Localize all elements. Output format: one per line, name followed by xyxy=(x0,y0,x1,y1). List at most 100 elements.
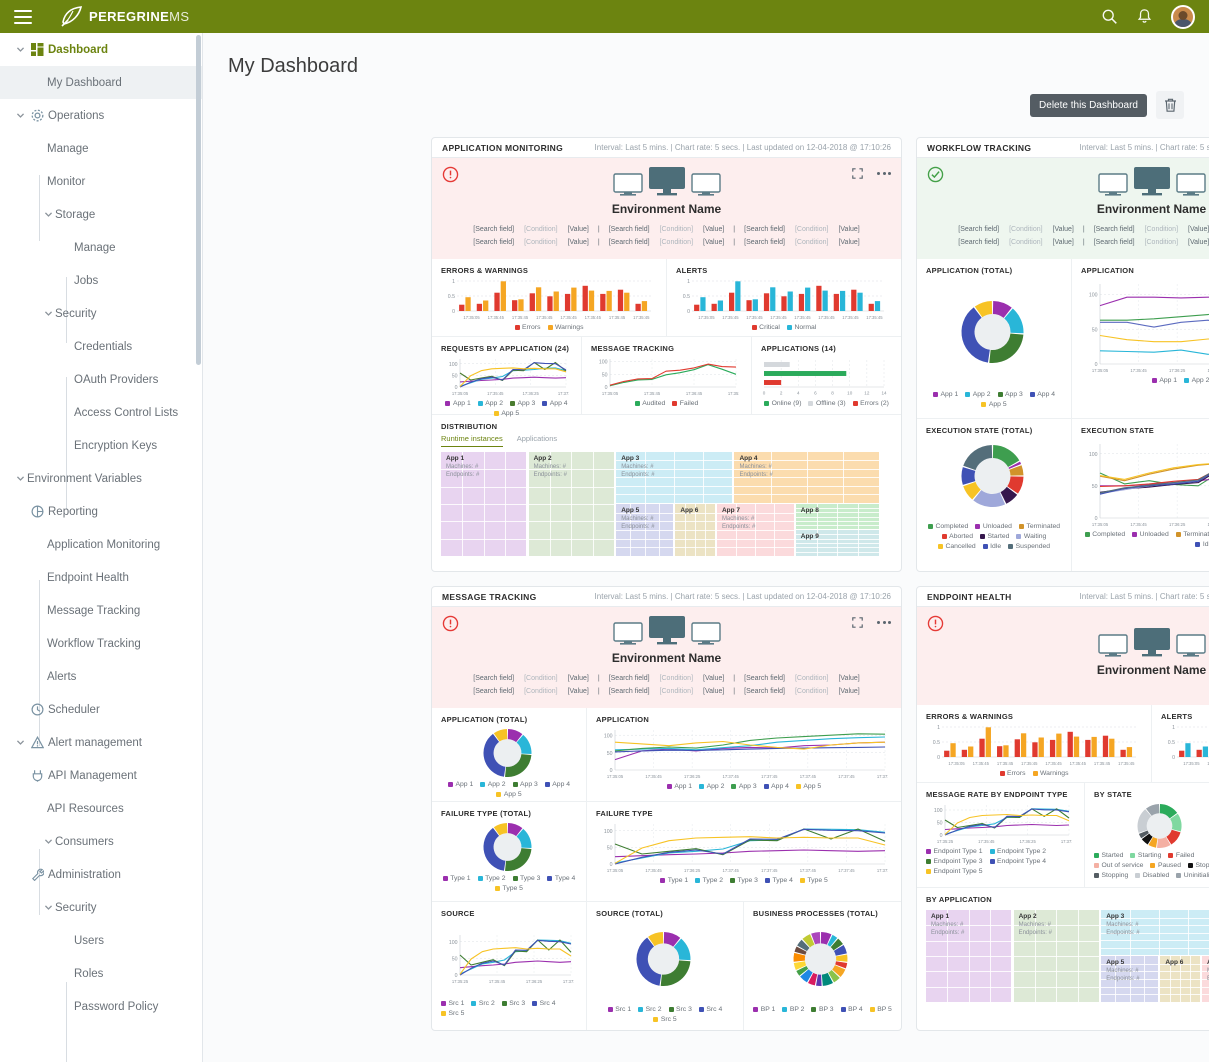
user-avatar[interactable] xyxy=(1171,4,1195,29)
search-field[interactable]: [Search field] xyxy=(604,685,655,698)
value-field[interactable]: [Value] xyxy=(833,236,864,249)
treemap-node[interactable]: App 8 xyxy=(795,504,879,530)
legend-entry[interactable]: Src 1 xyxy=(441,1000,464,1007)
legend-entry[interactable]: Type 5 xyxy=(495,885,523,892)
search-field[interactable]: [Search field] xyxy=(739,236,790,249)
legend-entry[interactable]: App 4 xyxy=(1029,391,1055,398)
search-field[interactable]: [Search field] xyxy=(739,685,790,698)
legend-entry[interactable]: App 3 xyxy=(510,400,535,407)
treemap-node[interactable]: App 1 Machines: # Endpoints: # xyxy=(441,452,527,556)
value-field[interactable]: [Value] xyxy=(833,685,864,698)
value-field[interactable]: [Value] xyxy=(563,223,594,236)
legend-entry[interactable]: App 3 xyxy=(731,783,757,790)
value-field[interactable]: [Value] xyxy=(698,223,729,236)
treemap-node[interactable]: App 1 Machines: # Endpoints: # xyxy=(926,910,1012,1002)
treemap-node[interactable]: App 6 xyxy=(1160,956,1200,1002)
legend-entry[interactable]: Type 3 xyxy=(512,875,540,882)
legend-entry[interactable]: App 1 xyxy=(445,400,471,407)
search-field[interactable]: [Search field] xyxy=(953,223,1004,236)
chevron-down-icon[interactable] xyxy=(13,738,27,747)
sidebar-item-monitor[interactable]: Monitor xyxy=(0,165,202,198)
sidebar-item-security[interactable]: Security xyxy=(0,891,202,924)
legend-entry[interactable]: Src 4 xyxy=(532,1000,556,1007)
legend-entry[interactable]: Stopped xyxy=(1188,862,1209,869)
sidebar-item-scheduler[interactable]: Scheduler xyxy=(0,693,202,726)
legend-entry[interactable]: Endpoint Type 3 xyxy=(926,858,983,865)
sidebar-item-my-dashboard[interactable]: My Dashboard xyxy=(0,66,202,99)
legend-entry[interactable]: Starting xyxy=(1130,852,1161,859)
legend-entry[interactable]: Endpoint Type 1 xyxy=(926,848,983,855)
legend-entry[interactable]: App 1 xyxy=(1151,377,1177,384)
value-field[interactable]: [Value] xyxy=(563,672,594,685)
legend-entry[interactable]: Endpoint Type 4 xyxy=(989,858,1046,865)
sidebar-item-storage[interactable]: Storage xyxy=(0,198,202,231)
sidebar-item-administration[interactable]: Administration xyxy=(0,858,202,891)
legend-entry[interactable]: Src 3 xyxy=(668,1006,692,1013)
legend-entry[interactable]: Type 1 xyxy=(442,875,471,882)
legend-entry[interactable]: App 2 xyxy=(477,400,503,407)
legend-entry[interactable]: Errors xyxy=(514,324,541,331)
sidebar-item-manage[interactable]: Manage xyxy=(0,132,202,165)
sidebar-item-api-resources[interactable]: API Resources xyxy=(0,792,202,825)
search-field[interactable]: [Search field] xyxy=(1089,236,1140,249)
sidebar-item-message-tracking[interactable]: Message Tracking xyxy=(0,594,202,627)
sidebar-item-workflow-tracking[interactable]: Workflow Tracking xyxy=(0,627,202,660)
legend-entry[interactable]: App 5 xyxy=(981,401,1007,408)
sidebar-item-users[interactable]: Users xyxy=(0,924,202,957)
legend-entry[interactable]: BP 1 xyxy=(753,1006,775,1013)
search-field[interactable]: [Search field] xyxy=(1089,223,1140,236)
legend-entry[interactable]: App 2 xyxy=(965,391,991,398)
legend-entry[interactable]: Started xyxy=(1094,852,1123,859)
sidebar-item-credentials[interactable]: Credentials xyxy=(0,330,202,363)
legend-entry[interactable]: Out of service xyxy=(1094,862,1143,869)
value-field[interactable]: [Value] xyxy=(1048,236,1079,249)
search-field[interactable]: [Search field] xyxy=(468,672,519,685)
search-field[interactable]: [Search field] xyxy=(953,236,1004,249)
legend-entry[interactable]: Failed xyxy=(672,400,698,407)
legend-entry[interactable]: Terminated xyxy=(1018,523,1060,530)
legend-entry[interactable]: App 1 xyxy=(666,783,692,790)
value-field[interactable]: [Value] xyxy=(698,685,729,698)
legend-entry[interactable]: Online (9) xyxy=(764,400,801,407)
legend-entry[interactable]: BP 2 xyxy=(782,1006,804,1013)
legend-entry[interactable]: Src 5 xyxy=(653,1016,677,1023)
legend-entry[interactable]: Stopping xyxy=(1094,872,1128,879)
sidebar-item-roles[interactable]: Roles xyxy=(0,957,202,990)
sidebar-item-oauth-providers[interactable]: OAuth Providers xyxy=(0,363,202,396)
chevron-down-icon[interactable] xyxy=(41,309,55,318)
sidebar-item-operations[interactable]: Operations xyxy=(0,99,202,132)
legend-entry[interactable]: Src 5 xyxy=(441,1010,464,1017)
condition-field[interactable]: [Condition] xyxy=(790,672,833,685)
legend-entry[interactable]: Unloaded xyxy=(1132,531,1169,538)
legend-entry[interactable]: Terminated xyxy=(1175,531,1209,538)
treemap-node[interactable]: App 5 Machines: # Endpoints: # xyxy=(1101,956,1159,1002)
sidebar-item-alert-management[interactable]: Alert management xyxy=(0,726,202,759)
value-field[interactable]: [Value] xyxy=(1048,223,1079,236)
legend-entry[interactable]: BP 3 xyxy=(811,1006,834,1013)
sidebar-item-access-control-lists[interactable]: Access Control Lists xyxy=(0,396,202,429)
sidebar-item-alerts[interactable]: Alerts xyxy=(0,660,202,693)
tab-runtime-instances[interactable]: Runtime instances xyxy=(441,434,503,447)
sidebar-scrollbar[interactable] xyxy=(196,35,201,365)
legend-entry[interactable]: Type 5 xyxy=(799,877,828,884)
legend-entry[interactable]: Endpoint Type 2 xyxy=(989,848,1046,855)
search-icon[interactable] xyxy=(1101,8,1118,25)
legend-entry[interactable]: Paused xyxy=(1150,862,1181,869)
legend-entry[interactable]: Warnings xyxy=(1032,770,1068,777)
legend-entry[interactable]: Audited xyxy=(634,400,665,407)
condition-field[interactable]: [Condition] xyxy=(519,236,562,249)
sidebar-item-application-monitoring[interactable]: Application Monitoring xyxy=(0,528,202,561)
legend-entry[interactable]: Endpoint Type 5 xyxy=(926,868,983,875)
sidebar-item-consumers[interactable]: Consumers xyxy=(0,825,202,858)
condition-field[interactable]: [Condition] xyxy=(790,223,833,236)
legend-entry[interactable]: App 4 xyxy=(544,781,570,788)
legend-entry[interactable]: Errors xyxy=(999,770,1026,777)
legend-entry[interactable]: Completed xyxy=(1084,531,1125,538)
legend-entry[interactable]: Suspended xyxy=(1008,543,1050,550)
legend-entry[interactable]: Type 4 xyxy=(764,877,793,884)
legend-entry[interactable]: App 3 xyxy=(997,391,1023,398)
legend-entry[interactable]: App 5 xyxy=(496,791,522,798)
condition-field[interactable]: [Condition] xyxy=(655,236,698,249)
treemap-node[interactable]: App 3 Machines: # Endpoints: # xyxy=(1101,910,1209,956)
brand-logo-group[interactable]: PEREGRINEMS xyxy=(60,5,189,28)
